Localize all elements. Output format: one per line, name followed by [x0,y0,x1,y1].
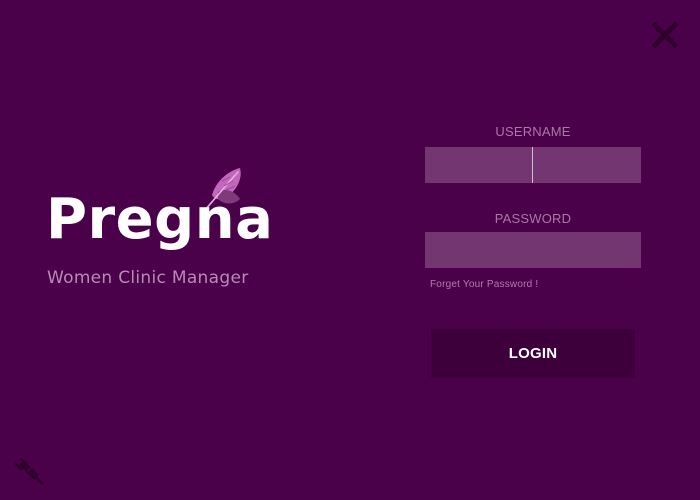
password-label: PASSWORD [494,211,572,226]
login-button[interactable]: LOGIN [431,329,635,378]
password-input[interactable] [425,232,641,268]
forgot-password-link[interactable]: Forget Your Password ! [430,279,538,290]
close-icon [651,21,679,49]
username-input[interactable] [425,147,641,183]
brand-logo: Pregna Women Clinic Manager [46,165,286,295]
brand-name: Pregna [46,187,274,252]
login-window: Pregna Women Clinic Manager USERNAME PAS… [0,0,700,500]
brand-tagline: Women Clinic Manager [47,268,249,288]
close-button[interactable] [651,21,679,49]
connection-settings-button[interactable] [12,456,44,488]
plug-icon [14,457,44,485]
username-label: USERNAME [495,124,571,139]
text-cursor [532,147,533,183]
